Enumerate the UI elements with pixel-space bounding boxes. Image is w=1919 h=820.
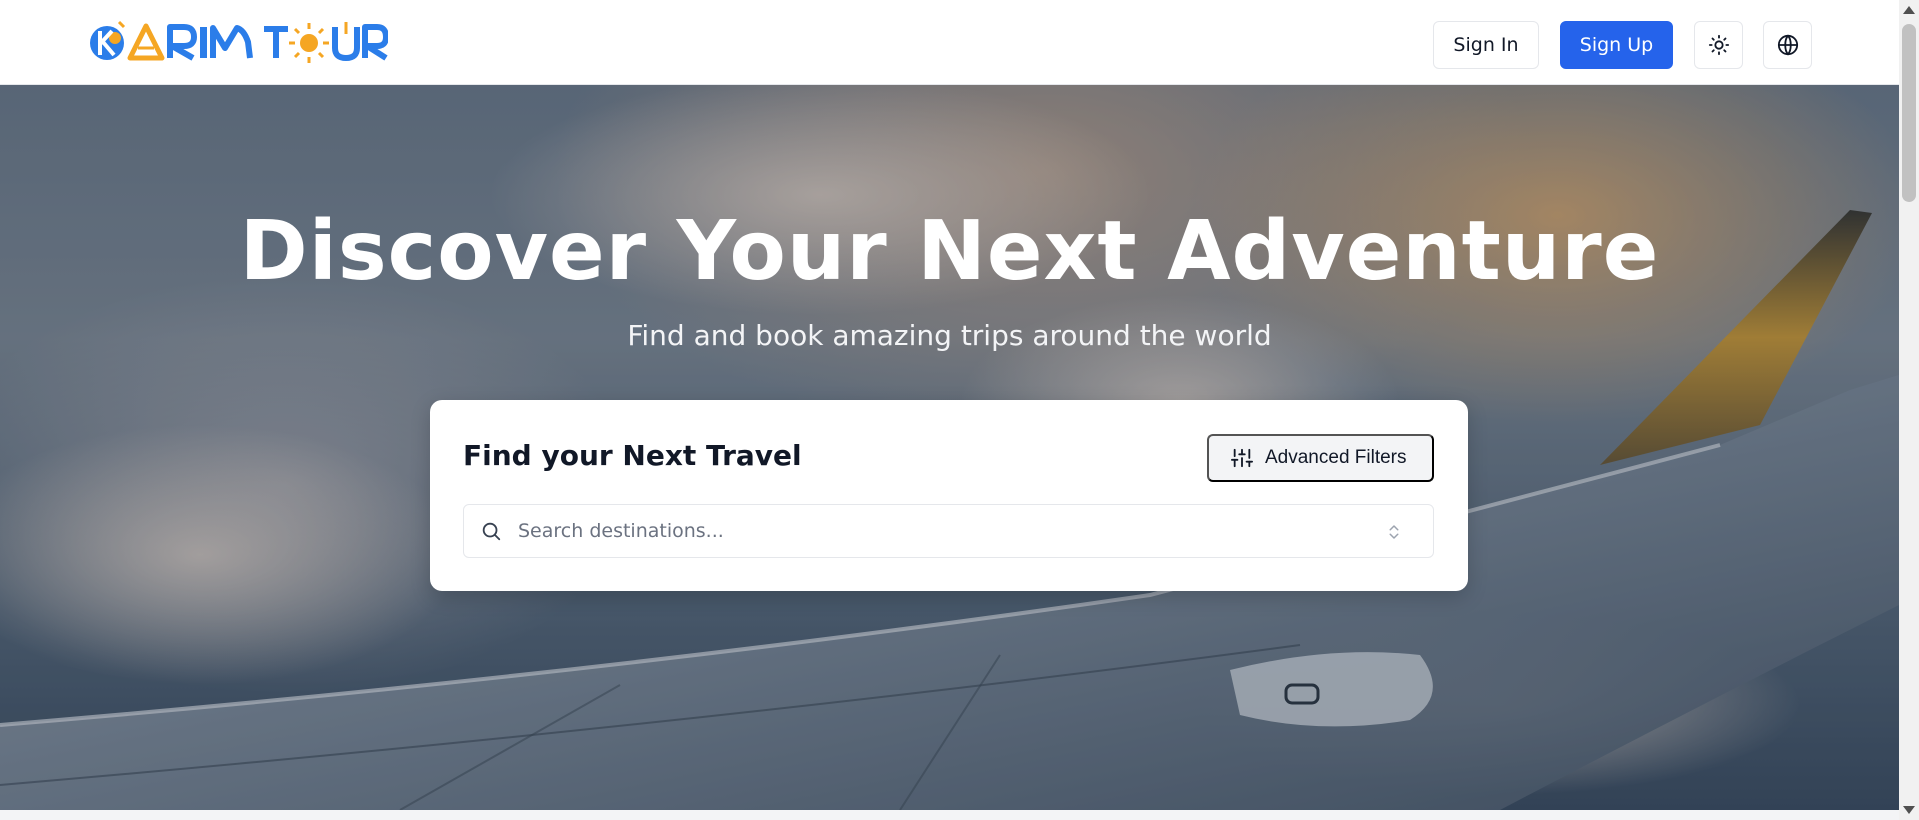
search-input[interactable] — [518, 520, 1378, 542]
scroll-up-arrow-icon[interactable] — [1903, 6, 1915, 14]
scroll-down-arrow-icon[interactable] — [1903, 806, 1915, 814]
site-header: Sign In Sign Up — [0, 0, 1899, 85]
brand-logo[interactable] — [88, 18, 388, 66]
page-content-edge — [0, 810, 1899, 820]
chevrons-up-down-icon[interactable] — [1385, 522, 1403, 542]
hero-subtitle: Find and book amazing trips around the w… — [627, 319, 1272, 352]
search-icon — [482, 522, 501, 541]
search-card-title: Find your Next Travel — [463, 439, 802, 472]
globe-icon — [1777, 34, 1798, 56]
theme-toggle-button[interactable] — [1694, 21, 1743, 69]
hero-section: Discover Your Next Adventure Find and bo… — [0, 85, 1899, 810]
search-card: Find your Next Travel Advanced Filters — [430, 400, 1468, 591]
advanced-filters-label: Advanced Filters — [1265, 447, 1407, 468]
sun-icon — [1708, 34, 1729, 56]
destination-search-combobox[interactable] — [463, 504, 1434, 558]
language-button[interactable] — [1763, 21, 1812, 69]
advanced-filters-button[interactable]: Advanced Filters — [1207, 434, 1434, 482]
sliders-icon — [1231, 448, 1253, 468]
scroll-thumb[interactable] — [1902, 24, 1916, 202]
vertical-scrollbar[interactable] — [1899, 0, 1919, 820]
sign-up-button[interactable]: Sign Up — [1560, 21, 1673, 69]
hero-title: Discover Your Next Adventure — [239, 204, 1660, 299]
sign-in-button[interactable]: Sign In — [1433, 21, 1539, 69]
